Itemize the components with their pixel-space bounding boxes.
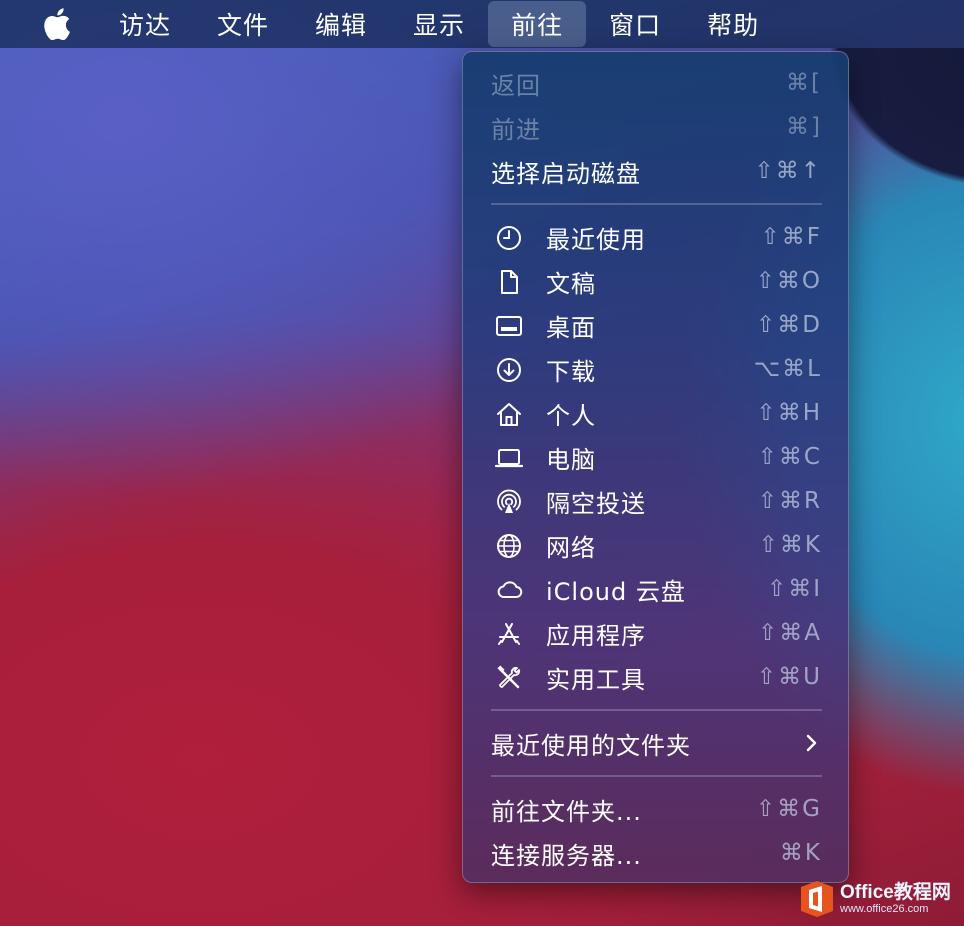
menu-item-icloud-drive[interactable]: iCloud 云盘 ⇧⌘I xyxy=(463,567,848,611)
go-menu-dropdown: 返回 ⌘[ 前进 ⌘] 选择启动磁盘 ⇧⌘↑ 最近使用 ⇧⌘F 文稿 ⇧⌘O 桌… xyxy=(462,51,849,883)
menu-item-shortcut: ⇧⌘C xyxy=(757,444,822,470)
menu-item-label: 选择启动磁盘 xyxy=(491,159,641,188)
menu-separator xyxy=(491,775,822,777)
menu-item-label: 连接服务器... xyxy=(491,841,642,870)
home-icon xyxy=(497,403,521,426)
menu-separator xyxy=(491,709,822,711)
menu-item-computer[interactable]: 电脑 ⇧⌘C xyxy=(463,435,848,479)
menu-item-shortcut: ⇧⌘H xyxy=(756,400,822,426)
menu-item-downloads[interactable]: 下载 ⌥⌘L xyxy=(463,347,848,391)
chevron-right-icon xyxy=(806,734,817,752)
menu-item-shortcut: ⇧⌘U xyxy=(756,664,822,690)
menu-item-shortcut: ⇧⌘F xyxy=(760,224,822,250)
menu-item-label: 文稿 xyxy=(546,269,596,298)
menu-item-shortcut: ⇧⌘G xyxy=(755,796,822,822)
menu-item-label: 隔空投送 xyxy=(546,489,646,518)
menu-item-shortcut: ⇧⌘D xyxy=(756,312,822,338)
menu-item-label: 返回 xyxy=(491,71,541,100)
download-icon xyxy=(497,358,521,382)
globe-icon xyxy=(497,534,521,558)
menu-item-go-to-folder[interactable]: 前往文件夹... ⇧⌘G xyxy=(463,787,848,831)
menubar-finder[interactable]: 访达 xyxy=(96,0,194,48)
menu-item-applications[interactable]: 应用程序 ⇧⌘A xyxy=(463,611,848,655)
office-logo-icon xyxy=(801,881,833,917)
menu-item-label: 实用工具 xyxy=(546,665,646,694)
menu-item-shortcut: ⌥⌘L xyxy=(753,356,822,382)
cloud-icon xyxy=(497,581,523,598)
menu-item-label: 个人 xyxy=(546,401,596,430)
apple-logo-icon xyxy=(44,8,70,40)
menu-item-startup-disk[interactable]: 选择启动磁盘 ⇧⌘↑ xyxy=(463,149,848,193)
menu-item-home[interactable]: 个人 ⇧⌘H xyxy=(463,391,848,435)
menu-bar: 访达 文件 编辑 显示 前往 窗口 帮助 xyxy=(0,0,964,48)
apple-menu[interactable] xyxy=(30,0,84,48)
menu-item-label: 下载 xyxy=(546,357,596,386)
clock-icon xyxy=(497,226,521,250)
laptop-icon xyxy=(495,449,523,468)
menu-item-back[interactable]: 返回 ⌘[ xyxy=(463,61,848,105)
menu-item-recents[interactable]: 最近使用 ⇧⌘F xyxy=(463,215,848,259)
menubar-go[interactable]: 前往 xyxy=(488,1,587,47)
menubar-help[interactable]: 帮助 xyxy=(684,0,782,48)
menu-item-recent-folders[interactable]: 最近使用的文件夹 xyxy=(463,721,848,765)
utilities-icon xyxy=(497,665,521,689)
menubar-edit[interactable]: 编辑 xyxy=(292,0,390,48)
menu-item-documents[interactable]: 文稿 ⇧⌘O xyxy=(463,259,848,303)
menu-item-forward[interactable]: 前进 ⌘] xyxy=(463,105,848,149)
menu-item-utilities[interactable]: 实用工具 ⇧⌘U xyxy=(463,655,848,699)
menubar-file[interactable]: 文件 xyxy=(194,0,292,48)
menu-item-shortcut: ⌘] xyxy=(786,114,822,140)
menu-item-label: 前进 xyxy=(491,115,541,144)
watermark-url: www.office26.com xyxy=(840,903,929,915)
watermark-title: Office教程网 xyxy=(840,882,951,903)
menu-item-shortcut: ⇧⌘R xyxy=(757,488,822,514)
menu-item-desktop[interactable]: 桌面 ⇧⌘D xyxy=(463,303,848,347)
menu-item-shortcut: ⌘K xyxy=(779,840,822,866)
menu-item-label: 应用程序 xyxy=(546,621,646,650)
desktop-wallpaper: 访达 文件 编辑 显示 前往 窗口 帮助 返回 ⌘[ 前进 ⌘] 选择启动磁盘 … xyxy=(0,0,964,926)
desktop-icon xyxy=(496,316,522,336)
menu-item-label: 桌面 xyxy=(546,313,596,342)
menu-item-network[interactable]: 网络 ⇧⌘K xyxy=(463,523,848,567)
menubar-view[interactable]: 显示 xyxy=(390,0,488,48)
menu-item-shortcut: ⇧⌘K xyxy=(758,532,822,558)
menu-item-label: 电脑 xyxy=(546,445,596,474)
menu-item-label: 网络 xyxy=(546,533,596,562)
menu-item-label: 前往文件夹... xyxy=(491,797,642,826)
applications-icon xyxy=(498,623,520,645)
menu-item-label: 最近使用 xyxy=(546,225,646,254)
watermark: Office教程网 www.office26.com xyxy=(800,876,964,922)
menu-item-shortcut: ⇧⌘A xyxy=(757,620,822,646)
menu-item-shortcut: ⇧⌘↑ xyxy=(754,158,822,184)
menubar-window[interactable]: 窗口 xyxy=(586,0,684,48)
menu-separator xyxy=(491,203,822,205)
menu-item-shortcut: ⇧⌘O xyxy=(755,268,822,294)
menu-item-airdrop[interactable]: 隔空投送 ⇧⌘R xyxy=(463,479,848,523)
airdrop-icon xyxy=(497,489,521,513)
menu-item-connect-server[interactable]: 连接服务器... ⌘K xyxy=(463,831,848,875)
menu-item-label: 最近使用的文件夹 xyxy=(491,731,691,760)
menu-item-shortcut: ⌘[ xyxy=(786,70,822,96)
menu-item-label: iCloud 云盘 xyxy=(546,577,686,606)
menu-item-shortcut: ⇧⌘I xyxy=(766,576,822,602)
document-icon xyxy=(501,270,518,294)
